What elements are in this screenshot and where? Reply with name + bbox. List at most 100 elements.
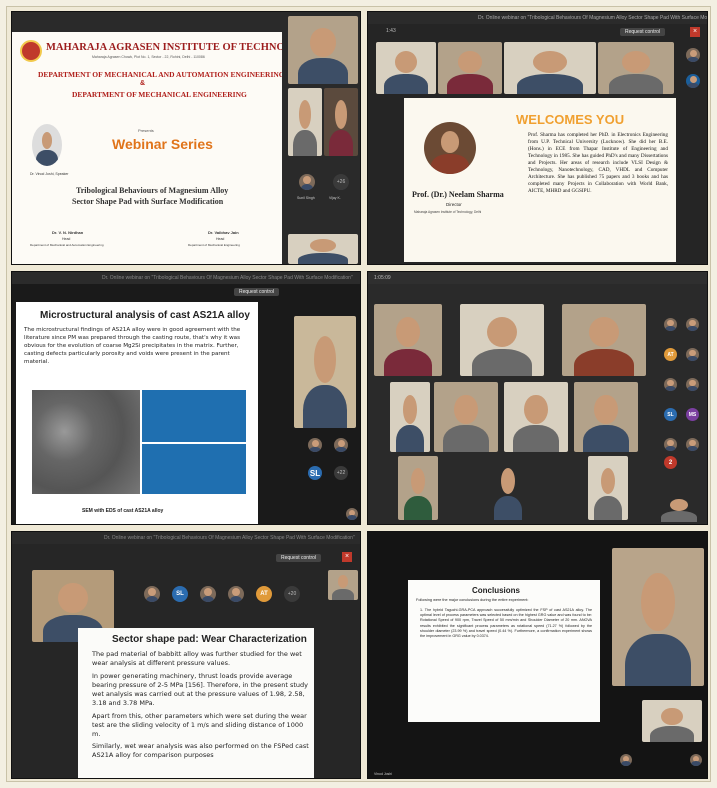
participant-initials: SL — [172, 586, 188, 602]
participant-avatar — [620, 754, 632, 766]
conclusions-intro: Following were the major conclusions dur… — [416, 598, 529, 602]
participant-avatar — [686, 438, 699, 451]
participant-initials: AT — [256, 586, 272, 602]
slide-title: Sector shape pad: Wear Characterization — [112, 634, 307, 645]
participant-avatar — [690, 754, 702, 766]
request-control-button[interactable]: Request control — [276, 554, 322, 562]
panel-wear-characterization: Dr. Online webinar on "Tribological Beha… — [11, 531, 361, 779]
more-participants-button[interactable]: +20 — [284, 586, 300, 602]
participant-avatar — [299, 174, 315, 190]
sem-image — [32, 390, 140, 494]
dept-amp: & — [140, 80, 146, 87]
meeting-title-bar: Dr. Online webinar on "Tribological Beha… — [368, 12, 707, 24]
conclusions-slide: Conclusions Following were the major con… — [408, 580, 600, 722]
participant-avatar — [228, 586, 244, 602]
dept-1: DEPARTMENT OF MECHANICAL AND AUTOMATION … — [38, 70, 282, 79]
participant-video — [374, 304, 442, 376]
bullet-3: Apart from this, other parameters which … — [92, 712, 307, 738]
institute-name: MAHARAJA AGRASEN INSTITUTE OF TECHNOLOGY — [46, 42, 282, 53]
hod-2-name: Dr. Vaibhav Jain — [208, 230, 239, 235]
slide-title: Conclusions — [472, 586, 521, 595]
participant-initials: SL — [664, 408, 677, 421]
collage-frame: MAHARAJA AGRASEN INSTITUTE OF TECHNOLOGY… — [6, 6, 711, 782]
speaker-photo — [32, 124, 62, 166]
director-bio: Prof. Sharma has completed her PhD. in E… — [528, 132, 668, 194]
eds-spectrum — [142, 444, 246, 494]
participant-avatar — [346, 508, 358, 520]
hod-2-role: Head — [216, 237, 225, 241]
eds-spectrum — [142, 390, 246, 442]
participant-video — [376, 42, 436, 94]
participant-video — [288, 16, 358, 84]
institute-address: Maharaja Agrasen Chowk, Plot No. 1, Sect… — [92, 55, 205, 59]
participant-video — [288, 234, 358, 264]
webinar-series-title: Webinar Series — [112, 136, 213, 152]
participant-video — [438, 42, 502, 94]
more-participants-button[interactable]: +22 — [334, 466, 348, 480]
participant-avatar — [664, 438, 677, 451]
close-icon[interactable]: × — [690, 27, 700, 37]
wear-slide: Sector shape pad: Wear Characterization … — [78, 628, 314, 778]
meeting-timer: 1:43 — [386, 28, 396, 34]
participant-avatar — [664, 378, 677, 391]
participant-video — [588, 456, 628, 520]
participant-initials: MS — [686, 408, 699, 421]
bullet-2: In power generating machinery, thrust lo… — [92, 672, 309, 707]
participant-video — [460, 304, 544, 376]
participant-video — [504, 42, 596, 94]
speaker-caption: Dr. Vinod Joshi, Speaker — [30, 172, 69, 176]
participant-avatar — [664, 318, 677, 331]
speaker-video — [612, 548, 704, 686]
participant-video — [598, 42, 674, 94]
participant-avatar — [686, 48, 700, 62]
dept-2: DEPARTMENT OF MECHANICAL ENGINEERING — [72, 90, 247, 99]
figure-caption: SEM with EDS of cast AS21A alloy — [82, 508, 164, 514]
talk-title-line-2: Sector Shape Pad with Surface Modificati… — [72, 197, 224, 206]
presenter-name: Vinod Joshi — [374, 772, 393, 776]
microstructure-slide: Microstructural analysis of cast AS21A a… — [16, 302, 258, 524]
participant-avatar — [308, 438, 322, 452]
panel-microstructure: Dr. Online webinar on "Tribological Beha… — [11, 271, 361, 525]
director-name: Prof. (Dr.) Neelam Sharma — [412, 190, 504, 199]
request-control-button[interactable]: Request control — [234, 288, 280, 296]
welcome-slide: WELCOMES YOU Prof. (Dr.) Neelam Sharma D… — [404, 98, 676, 262]
panel-webinar-title: MAHARAJA AGRASEN INSTITUTE OF TECHNOLOGY… — [11, 11, 361, 265]
bullet-1: The pad material of babbitt alloy was fu… — [92, 650, 302, 667]
talk-title-line-1: Tribological Behaviours of Magnesium All… — [76, 186, 229, 195]
hod-1-dept: Department of Mechanical and Automation … — [30, 243, 104, 247]
participant-video — [398, 456, 438, 520]
participant-video — [642, 700, 702, 742]
participant-avatar — [686, 74, 700, 88]
panel-director-welcome: Dr. Online webinar on "Tribological Beha… — [367, 11, 708, 265]
participant-avatar — [334, 438, 348, 452]
panel-conclusions: Conclusions Following were the major con… — [367, 531, 708, 779]
meeting-timer: 1:05:09 — [374, 275, 391, 281]
participant-name: Vijay K. — [329, 196, 341, 200]
title-slide: MAHARAJA AGRASEN INSTITUTE OF TECHNOLOGY… — [12, 32, 282, 264]
participant-name: Sunil Singh — [297, 196, 315, 200]
participant-initials: AT — [664, 348, 677, 361]
participant-video — [324, 88, 358, 156]
institute-logo — [20, 40, 42, 62]
request-control-button[interactable]: Request control — [620, 28, 666, 36]
participant-video — [574, 382, 638, 452]
participant-video — [288, 88, 322, 156]
director-photo — [424, 122, 476, 174]
slide-title: Microstructural analysis of cast AS21A a… — [40, 310, 250, 321]
participant-video — [434, 382, 498, 452]
participant-avatar — [686, 348, 699, 361]
hod-1-role: Head — [62, 237, 71, 241]
participant-avatar — [686, 378, 699, 391]
participant-video — [390, 382, 430, 452]
director-role: Director — [446, 202, 462, 207]
welcome-heading: WELCOMES YOU — [516, 112, 625, 127]
close-icon[interactable]: × — [342, 552, 352, 562]
presents-label: Presents — [138, 128, 154, 133]
slide-body: The microstructural findings of AS21A al… — [24, 327, 241, 365]
participant-avatar — [200, 586, 216, 602]
self-view-video — [654, 494, 704, 522]
more-participants-button[interactable]: +26 — [333, 174, 349, 190]
participant-initials: SL — [308, 466, 322, 480]
panel-gallery: 1:05:09 AT SL MS 2 — [367, 271, 708, 525]
participant-avatar — [144, 586, 160, 602]
